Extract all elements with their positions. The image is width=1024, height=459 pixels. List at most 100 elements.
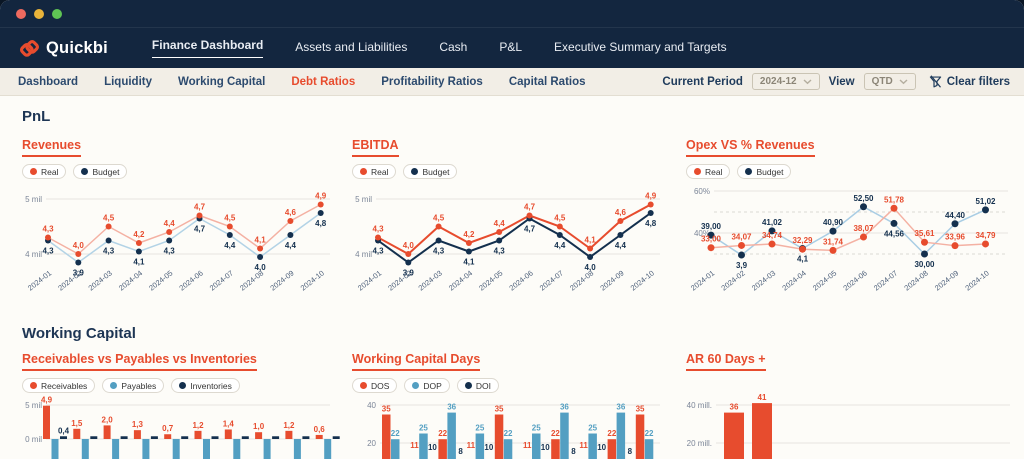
subnav-item-dashboard[interactable]: Dashboard [18, 76, 78, 88]
close-button[interactable] [16, 8, 26, 19]
svg-text:2024-10: 2024-10 [963, 268, 990, 292]
svg-text:22: 22 [551, 429, 560, 438]
svg-text:35,61: 35,61 [914, 229, 935, 238]
legend-chip-real[interactable]: Real [22, 164, 67, 179]
svg-text:4,3: 4,3 [42, 247, 54, 256]
svg-text:2024-09: 2024-09 [598, 268, 625, 292]
nav-item-cash[interactable]: Cash [439, 40, 467, 56]
svg-text:2024-08: 2024-08 [568, 268, 595, 292]
svg-text:4,3: 4,3 [372, 247, 384, 256]
svg-text:2024-09: 2024-09 [933, 268, 960, 292]
svg-text:2024-02: 2024-02 [719, 268, 746, 292]
legend-dot-icon [110, 382, 118, 389]
ebitda-legend: Real Budget [352, 164, 662, 179]
svg-text:4 mil: 4 mil [355, 250, 372, 259]
svg-text:2024-04: 2024-04 [447, 268, 474, 292]
legend-dot-icon [411, 168, 419, 175]
svg-text:4,0: 4,0 [403, 241, 415, 250]
view-select[interactable]: QTD [863, 73, 916, 90]
svg-text:40: 40 [367, 401, 376, 410]
secondary-nav-items: Dashboard Liquidity Working Capital Debt Ra… [18, 76, 586, 88]
svg-text:2024-03: 2024-03 [750, 268, 777, 292]
svg-text:2024-06: 2024-06 [507, 268, 534, 292]
svg-text:2024-07: 2024-07 [538, 268, 565, 292]
section-title-working-capital: Working Capital [22, 325, 136, 342]
svg-text:11: 11 [467, 441, 476, 450]
legend-chip-doi[interactable]: DOI [456, 378, 499, 393]
svg-text:4,2: 4,2 [463, 230, 475, 239]
svg-text:4,9: 4,9 [645, 192, 657, 201]
view-label: View [828, 75, 855, 88]
legend-dot-icon [30, 382, 37, 389]
svg-text:1,2: 1,2 [192, 421, 204, 430]
maximize-button[interactable] [52, 8, 62, 19]
svg-text:0 mil: 0 mil [25, 435, 42, 444]
legend-chip-budget[interactable]: Budget [403, 164, 458, 179]
svg-text:2024-05: 2024-05 [811, 268, 838, 292]
nav-item-assets-and-liabilities[interactable]: Assets and Liabilities [295, 40, 407, 56]
subnav-item-profitability-ratios[interactable]: Profitability Ratios [381, 76, 483, 88]
svg-text:2024-03: 2024-03 [417, 268, 444, 292]
subnav-item-debt-ratios[interactable]: Debt Ratios [291, 76, 355, 88]
svg-text:2024-05: 2024-05 [147, 268, 174, 292]
svg-text:4,3: 4,3 [433, 247, 445, 256]
svg-text:2024-10: 2024-10 [629, 268, 656, 292]
svg-text:2024-03: 2024-03 [87, 268, 114, 292]
svg-text:4,2: 4,2 [133, 230, 145, 239]
subnav-item-capital-ratios[interactable]: Capital Ratios [509, 76, 586, 88]
svg-text:11: 11 [410, 441, 419, 450]
legend-chip-budget[interactable]: Budget [737, 164, 792, 179]
opex-legend: Real Budget [686, 164, 1012, 179]
svg-text:4,1: 4,1 [255, 236, 267, 245]
svg-text:11: 11 [523, 441, 532, 450]
svg-text:8: 8 [458, 447, 463, 456]
svg-text:0,6: 0,6 [314, 425, 326, 434]
quickbi-logo-icon [20, 39, 39, 57]
dashboard-content: PnL Working Capital Revenues Real Budget 5 … [0, 96, 1024, 459]
revenues-chart: 5 mil4 mil 4,33,94,34,14,34,74,44,04,44,8… [25, 192, 330, 293]
svg-text:25: 25 [475, 424, 484, 433]
ebitda-chart-card: EBITDA Real Budget 5 mil 4 mil 4,3 3,9 4,3 4,1 4,… [352, 136, 662, 304]
minimize-button[interactable] [34, 8, 44, 19]
legend-chip-inventories[interactable]: Inventories [171, 378, 240, 393]
svg-text:1,3: 1,3 [132, 420, 144, 429]
svg-text:36: 36 [616, 403, 625, 412]
nav-item-p-l[interactable]: P&L [499, 40, 522, 56]
svg-text:2024-08: 2024-08 [238, 268, 265, 292]
legend-chip-real[interactable]: Real [352, 164, 397, 179]
svg-text:25: 25 [419, 424, 428, 433]
svg-text:4,4: 4,4 [164, 219, 176, 228]
opex-chart-card: Opex VS % Revenues Real Budget 60% 40% 39,00 3… [686, 136, 1012, 304]
svg-text:30,00: 30,00 [914, 260, 935, 269]
secondary-nav: Dashboard Liquidity Working Capital Debt Ra… [0, 68, 1024, 96]
svg-text:52,50: 52,50 [853, 194, 874, 203]
svg-text:2024-02: 2024-02 [386, 268, 413, 292]
svg-text:5 mil: 5 mil [355, 195, 372, 204]
subnav-item-liquidity[interactable]: Liquidity [104, 76, 152, 88]
svg-text:22: 22 [607, 429, 616, 438]
svg-text:60%: 60% [694, 187, 710, 196]
svg-text:4,7: 4,7 [524, 225, 536, 234]
svg-text:51,02: 51,02 [975, 197, 996, 206]
clear-filters-button[interactable]: Clear filters [929, 75, 1010, 88]
ar-chart: 40 mill. 20 mill. 36 41 [687, 393, 1010, 459]
svg-text:4,1: 4,1 [797, 255, 809, 264]
ar-chart-title: AR 60 Days + [686, 352, 766, 371]
svg-text:25: 25 [532, 424, 541, 433]
svg-text:4,8: 4,8 [645, 219, 657, 228]
svg-text:4,1: 4,1 [585, 236, 597, 245]
revenues-chart-title: Revenues [22, 138, 82, 157]
nav-item-finance-dashboard[interactable]: Finance Dashboard [151, 38, 264, 58]
subnav-item-working-capital[interactable]: Working Capital [178, 76, 265, 88]
svg-text:4,4: 4,4 [494, 219, 506, 228]
legend-dot-icon [30, 168, 37, 175]
legend-chip-dop[interactable]: DOP [404, 378, 450, 393]
legend-chip-receivables[interactable]: Receivables [22, 378, 96, 393]
legend-chip-budget[interactable]: Budget [73, 164, 128, 179]
legend-chip-dos[interactable]: DOS [352, 378, 398, 393]
svg-text:2024-06: 2024-06 [841, 268, 868, 292]
legend-chip-payables[interactable]: Payables [102, 378, 165, 393]
nav-item-executive-summary-and-targets[interactable]: Executive Summary and Targets [554, 40, 727, 56]
legend-chip-real[interactable]: Real [686, 164, 731, 179]
current-period-select[interactable]: 2024-12 [751, 73, 820, 90]
